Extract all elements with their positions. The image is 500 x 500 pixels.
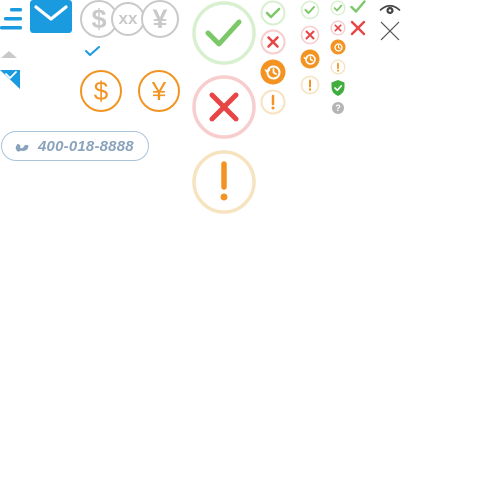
phone-handset-icon [15,143,29,152]
yuan-icon-orange[interactable]: ¥ [138,70,180,112]
error-close-medium-icon [260,29,286,55]
mail-icon [34,5,68,21]
shield-check-icon [331,80,345,96]
caret-up-icon[interactable] [1,50,17,59]
close-thin-icon[interactable] [380,21,400,41]
corner-check-icon[interactable] [0,70,21,90]
clock-small-icon [300,49,320,69]
check-icon-small-blue [85,46,100,56]
error-close-tiny-icon [330,20,346,36]
success-check-large-icon [192,1,256,65]
close-plain-red-icon[interactable] [350,20,366,36]
xx-badge-icon[interactable]: xx [111,2,145,36]
phone-number: 400-018-8888 [38,137,134,155]
yuan-icon-grey[interactable]: ¥ [141,0,179,38]
question-icon[interactable]: ? [332,102,344,114]
warning-exclamation-small-icon [300,75,320,95]
warning-exclamation-large-icon [192,150,256,214]
error-close-large-icon [192,75,256,139]
eye-icon[interactable] [379,3,401,17]
success-check-small-icon [300,0,320,20]
menu-lines-icon[interactable] [0,6,26,34]
success-check-medium-icon [260,0,286,26]
warning-exclamation-medium-icon [260,89,286,115]
error-close-small-icon [300,25,320,45]
warning-exclamation-tiny-icon [330,59,346,75]
mail-icon-tile[interactable] [30,0,72,33]
check-plain-icon [350,0,366,13]
clock-tiny-icon [330,39,346,55]
dollar-icon-orange[interactable]: $ [80,70,122,112]
success-check-tiny-icon [330,0,346,16]
clock-medium-icon [260,59,286,85]
phone-contact-pill[interactable]: 400-018-8888 [1,131,149,161]
